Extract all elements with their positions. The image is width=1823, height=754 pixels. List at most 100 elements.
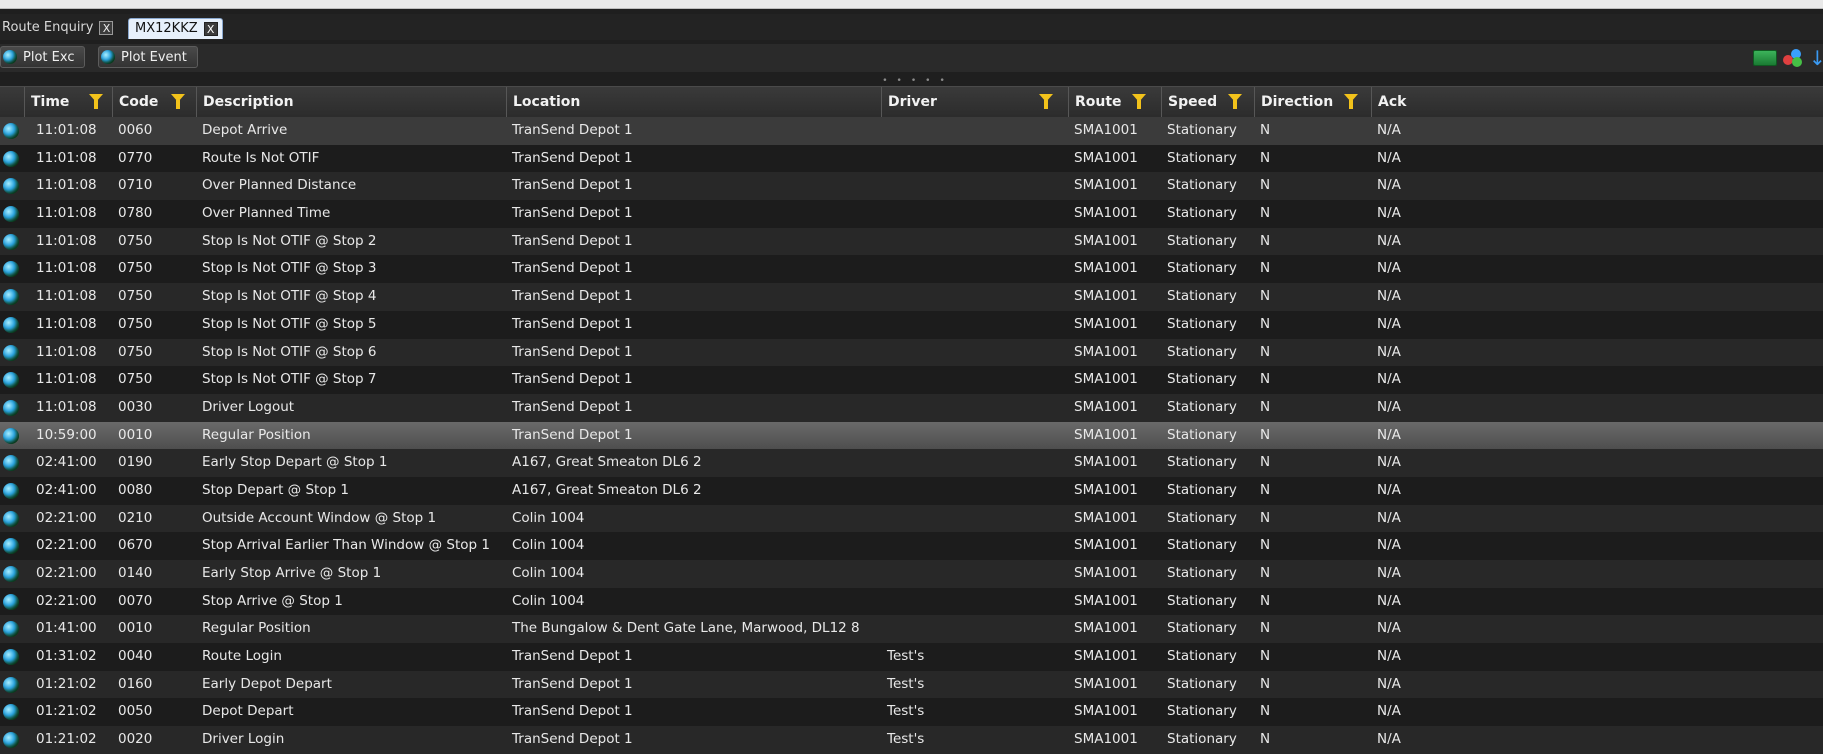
globe-icon[interactable] [3, 427, 19, 444]
cell-location: TranSend Depot 1 [512, 703, 633, 720]
cell-speed: Stationary [1167, 675, 1237, 692]
table-row[interactable]: 11:01:08 0750 Stop Is Not OTIF @ Stop 6 Tra… [0, 338, 1823, 367]
table-row[interactable]: 02:41:00 0190 Early Stop Depart @ Stop 1 A1… [0, 449, 1823, 477]
cell-speed: Stationary [1167, 426, 1237, 443]
table-row[interactable]: 11:01:08 0780 Over Planned Time TranSend De… [0, 200, 1823, 228]
cell-time: 01:21:02 [36, 703, 97, 720]
close-icon[interactable]: X [203, 22, 218, 36]
table-row[interactable]: 11:01:08 0060 Depot Arrive TranSend Depot 1… [0, 117, 1823, 145]
filter-icon[interactable] [1039, 94, 1053, 109]
header-speed[interactable]: Speed [1161, 87, 1254, 117]
plot-exc-button[interactable]: Plot Exc [0, 46, 86, 68]
globe-icon[interactable] [3, 621, 19, 638]
globe-icon[interactable] [3, 732, 19, 749]
table-row[interactable]: 02:21:00 0140 Early Stop Arrive @ Stop 1 Co… [0, 560, 1823, 588]
header-time[interactable]: Time [24, 87, 112, 117]
cell-route: SMA1001 [1074, 426, 1138, 443]
header-route[interactable]: Route [1068, 87, 1161, 117]
table-row[interactable]: 01:21:02 0050 Depot Depart TranSend Depot 1… [0, 698, 1823, 727]
cell-ack: N/A [1377, 122, 1401, 138]
plot-event-button[interactable]: Plot Event [98, 46, 198, 68]
table-row[interactable]: 01:21:02 0160 Early Depot Depart TranSend D… [0, 670, 1823, 699]
globe-icon[interactable] [3, 289, 19, 306]
globe-icon[interactable] [3, 482, 19, 499]
filter-icon[interactable] [1344, 94, 1358, 109]
table-row[interactable]: 02:21:00 0210 Outside Account Window @ Sto… [0, 504, 1823, 533]
download-arrow-icon[interactable]: ↓ [1809, 48, 1823, 68]
globe-icon[interactable] [3, 372, 19, 389]
header-ack[interactable]: Ack [1371, 87, 1823, 117]
table-row[interactable]: 10:59:00 0010 Regular Position TranSend Dep… [0, 421, 1823, 450]
cell-route: SMA1001 [1074, 481, 1138, 498]
cell-direction: N [1260, 398, 1271, 415]
table-row[interactable]: 11:01:08 0710 Over Planned Distance TranSen… [0, 172, 1823, 201]
table-row[interactable]: 02:21:00 0070 Stop Arrive @ Stop 1 Colin 10… [0, 587, 1823, 616]
header-description[interactable]: Description [196, 87, 506, 117]
table-row[interactable]: 11:01:08 0750 Stop Is Not OTIF @ Stop 5 Tra… [0, 310, 1823, 339]
cell-code: 0210 [118, 509, 153, 526]
cell-driver: Test's [887, 731, 925, 748]
globe-icon[interactable] [3, 704, 19, 721]
header-driver[interactable]: Driver [881, 87, 1068, 117]
globe-icon[interactable] [3, 510, 19, 527]
table-row[interactable]: 01:21:02 0020 Driver Login TranSend Depot 1… [0, 726, 1823, 754]
globe-icon[interactable] [3, 316, 19, 333]
cell-description: Regular Position [202, 620, 311, 637]
globe-icon[interactable] [3, 566, 19, 582]
tab-vehicle[interactable]: MX12KKZ X [128, 18, 223, 39]
globe-icon[interactable] [3, 261, 19, 278]
cell-code: 0030 [118, 398, 153, 415]
table-row[interactable]: 01:31:02 0040 Route Login TranSend Depot 1 T… [0, 643, 1823, 671]
table-row[interactable]: 01:41:00 0010 Regular Position The Bungalow… [0, 615, 1823, 644]
close-icon[interactable]: X [99, 21, 114, 35]
header-code[interactable]: Code [112, 87, 196, 117]
globe-icon[interactable] [3, 593, 19, 610]
cell-code: 0750 [118, 260, 153, 277]
header-location[interactable]: Location [506, 87, 881, 117]
globe-icon[interactable] [3, 399, 19, 416]
grid-view-icon[interactable] [1753, 50, 1777, 66]
plot-event-label: Plot Event [121, 49, 187, 65]
table-row[interactable]: 11:01:08 0750 Stop Is Not OTIF @ Stop 7 Tra… [0, 366, 1823, 394]
cell-time: 11:01:08 [36, 315, 97, 332]
filter-icon[interactable] [1228, 94, 1242, 109]
cell-description: Early Depot Depart [202, 675, 332, 692]
table-row[interactable]: 11:01:08 0750 Stop Is Not OTIF @ Stop 2 Tra… [0, 227, 1823, 256]
tab-route-enquiry[interactable]: Route Enquiry X [2, 18, 114, 38]
cell-code: 0010 [118, 620, 153, 637]
globe-icon[interactable] [3, 150, 19, 167]
table-row[interactable]: 11:01:08 0030 Driver Logout TranSend Depot … [0, 393, 1823, 422]
cell-route: SMA1001 [1074, 731, 1138, 748]
header-direction[interactable]: Direction [1254, 87, 1371, 117]
filter-icon[interactable] [89, 94, 103, 109]
globe-icon[interactable] [3, 178, 19, 195]
resize-grip[interactable]: ••••• [878, 77, 958, 86]
table-row[interactable]: 02:21:00 0670 Stop Arrival Earlier Than Wi… [0, 532, 1823, 560]
header-description-label: Description [203, 94, 294, 110]
cell-speed: Stationary [1167, 260, 1237, 277]
globe-icon[interactable] [3, 344, 19, 361]
cell-description: Route Login [202, 648, 282, 665]
globe-icon[interactable] [3, 676, 19, 693]
cell-code: 0080 [118, 481, 153, 498]
cell-time: 01:31:02 [36, 648, 97, 665]
cell-location: TranSend Depot 1 [512, 648, 633, 665]
cell-location: Colin 1004 [512, 592, 585, 609]
globe-icon[interactable] [3, 123, 19, 139]
filter-icon[interactable] [171, 94, 185, 109]
cell-description: Stop Is Not OTIF @ Stop 3 [202, 260, 377, 277]
table-row[interactable]: 02:41:00 0080 Stop Depart @ Stop 1 A167, Gr… [0, 476, 1823, 505]
cell-location: TranSend Depot 1 [512, 371, 633, 388]
table-row[interactable]: 11:01:08 0750 Stop Is Not OTIF @ Stop 3 Tra… [0, 255, 1823, 284]
globe-icon[interactable] [3, 649, 19, 666]
filter-icon[interactable] [1132, 94, 1146, 109]
globe-icon[interactable] [3, 233, 19, 250]
globe-icon[interactable] [3, 538, 19, 555]
table-row[interactable]: 11:01:08 0770 Route Is Not OTIF TranSend De… [0, 144, 1823, 173]
cell-description: Stop Is Not OTIF @ Stop 7 [202, 371, 377, 388]
cluster-icon[interactable] [1783, 49, 1803, 67]
globe-icon[interactable] [3, 455, 19, 472]
cell-time: 02:21:00 [36, 565, 97, 581]
table-row[interactable]: 11:01:08 0750 Stop Is Not OTIF @ Stop 4 Tra… [0, 283, 1823, 311]
globe-icon[interactable] [3, 206, 19, 223]
